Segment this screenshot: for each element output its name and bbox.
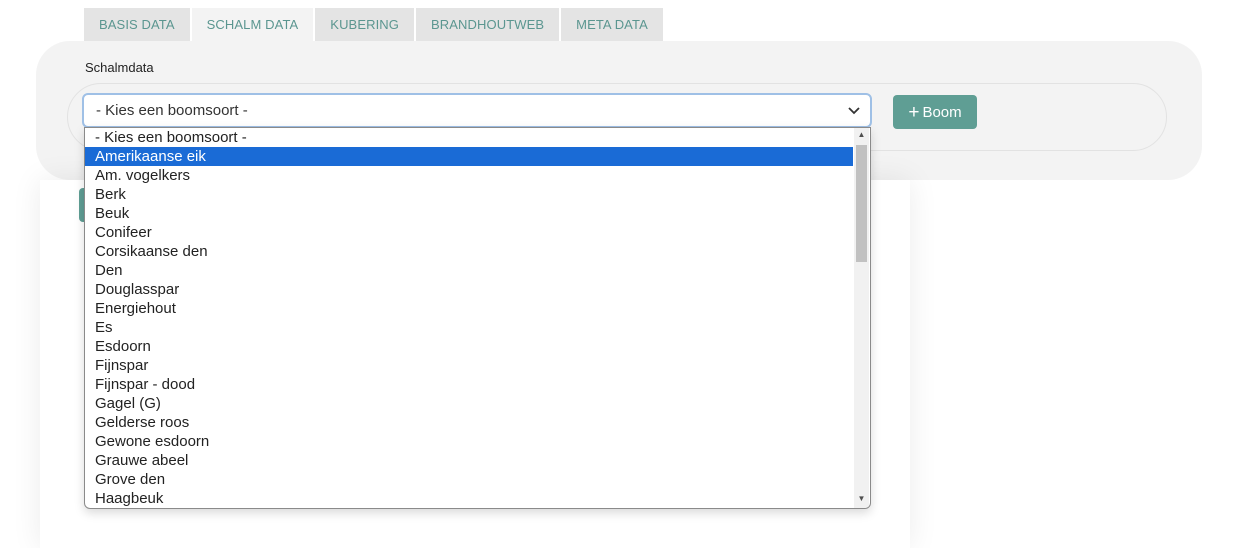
- select-value: - Kies een boomsoort -: [96, 102, 248, 119]
- section-title: Schalmdata: [85, 60, 154, 75]
- plus-icon: +: [908, 101, 920, 123]
- dropdown-option[interactable]: Conifeer: [85, 223, 870, 242]
- dropdown-option[interactable]: Gagel (G): [85, 394, 870, 413]
- species-dropdown-list[interactable]: - Kies een boomsoort - Amerikaanse eik Am.…: [84, 127, 871, 509]
- scroll-down-arrow-icon[interactable]: ▼: [854, 492, 869, 506]
- dropdown-option[interactable]: Gewone esdoorn: [85, 432, 870, 451]
- dropdown-option[interactable]: Fijnspar: [85, 356, 870, 375]
- dropdown-option[interactable]: Douglasspar: [85, 280, 870, 299]
- dropdown-option[interactable]: Esdoorn: [85, 337, 870, 356]
- chevron-down-icon: [848, 100, 860, 125]
- dropdown-scrollbar[interactable]: ▲ ▼: [854, 128, 869, 508]
- add-tree-button-label: Boom: [922, 103, 962, 121]
- add-tree-button[interactable]: + Boom: [893, 95, 977, 129]
- dropdown-option[interactable]: Den: [85, 261, 870, 280]
- dropdown-option[interactable]: - Kies een boomsoort -: [85, 128, 870, 147]
- dropdown-option[interactable]: Amerikaanse eik: [85, 147, 853, 166]
- dropdown-option[interactable]: Am. vogelkers: [85, 166, 870, 185]
- tab-meta-data[interactable]: META DATA: [561, 8, 663, 41]
- tab-kubering[interactable]: KUBERING: [315, 8, 414, 41]
- dropdown-option[interactable]: Beuk: [85, 204, 870, 223]
- dropdown-option[interactable]: Grauwe abeel: [85, 451, 870, 470]
- dropdown-option[interactable]: Haagbeuk: [85, 489, 870, 508]
- dropdown-option[interactable]: Es: [85, 318, 870, 337]
- options-container: - Kies een boomsoort - Amerikaanse eik Am.…: [85, 128, 870, 508]
- dropdown-option[interactable]: Berk: [85, 185, 870, 204]
- tab-basis-data[interactable]: BASIS DATA: [84, 8, 190, 41]
- tab-brandhoutweb[interactable]: BRANDHOUTWEB: [416, 8, 560, 41]
- dropdown-option[interactable]: Fijnspar - dood: [85, 375, 870, 394]
- dropdown-option[interactable]: Corsikaanse den: [85, 242, 870, 261]
- tree-species-select[interactable]: - Kies een boomsoort -: [82, 93, 872, 128]
- dropdown-option[interactable]: Energiehout: [85, 299, 870, 318]
- scroll-up-arrow-icon[interactable]: ▲: [854, 128, 869, 142]
- tab-schalm-data[interactable]: SCHALM DATA: [191, 8, 314, 41]
- dropdown-option[interactable]: Gelderse roos: [85, 413, 870, 432]
- dropdown-option[interactable]: Grove den: [85, 470, 870, 489]
- scrollbar-thumb[interactable]: [856, 145, 867, 262]
- tab-bar: BASIS DATA SCHALM DATA KUBERING BRANDHOU…: [84, 8, 665, 41]
